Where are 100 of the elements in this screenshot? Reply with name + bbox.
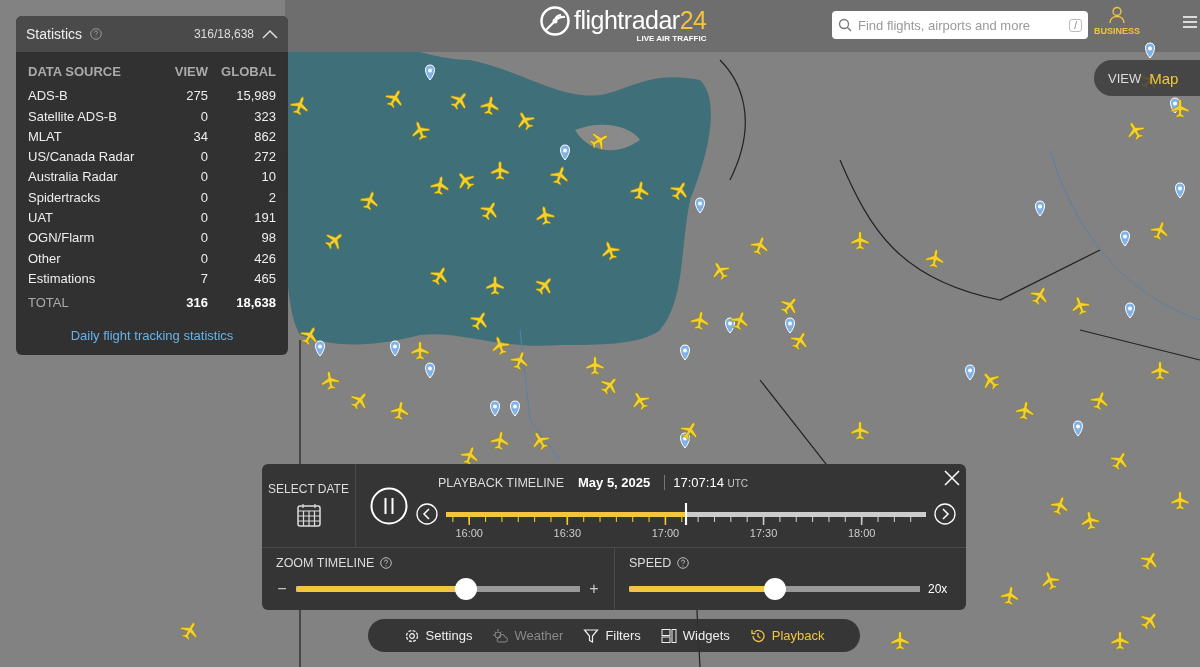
total-label: TOTAL (28, 294, 70, 313)
airplane-icon[interactable] (299, 326, 318, 346)
airplane-icon[interactable] (517, 111, 536, 131)
airplane-icon[interactable] (458, 172, 475, 191)
global-cell-text: 323 (253, 107, 276, 126)
airplane-icon[interactable] (480, 95, 499, 116)
view-cell-text: 275 (185, 87, 208, 106)
playback-icon (749, 627, 766, 644)
source-cell-text: US/Canada Radar (28, 148, 136, 167)
radar-logo-icon (540, 6, 570, 36)
global-total: 18,638 (235, 294, 276, 313)
chevron-up-icon[interactable] (262, 29, 278, 39)
airplane-icon[interactable] (429, 266, 448, 286)
airport-pin-icon[interactable] (785, 317, 795, 334)
filters-icon (583, 627, 600, 644)
airport-pin-icon[interactable] (490, 400, 500, 417)
view-cell-text: 0 (199, 168, 208, 187)
airplane-icon[interactable] (289, 96, 308, 116)
toolbar-button[interactable]: Widgets (660, 627, 730, 644)
toolbar-button[interactable]: Filters (583, 627, 641, 644)
tick-label: 17:00 (651, 526, 680, 539)
source-cell-text: MLAT (28, 127, 63, 146)
tick-label: 16:00 (455, 526, 483, 539)
airplane-icon[interactable] (485, 275, 505, 295)
tick-label: 16:30 (553, 526, 582, 539)
source-cell-text: Australia Radar (28, 168, 119, 187)
airport-pin-icon[interactable] (1035, 200, 1045, 217)
airplane-icon[interactable] (412, 121, 431, 141)
close-button[interactable] (944, 470, 960, 486)
view-cell-text: 0 (199, 229, 208, 248)
airport-pin-icon[interactable] (315, 340, 325, 357)
airport-pin-icon[interactable] (1120, 230, 1130, 247)
help-icon[interactable] (90, 28, 102, 40)
statistics-link[interactable]: Daily flight tracking statistics (28, 328, 276, 344)
airplane-icon[interactable] (469, 311, 488, 331)
airplane-icon[interactable] (602, 241, 621, 261)
timeline-cursor[interactable] (684, 502, 688, 525)
view-cell-text: 7 (199, 269, 208, 288)
pause-button[interactable] (370, 486, 408, 525)
source-cell-text: OGN/Flarm (28, 229, 96, 248)
airport-pin-icon[interactable] (390, 340, 400, 357)
zoom-in-button[interactable]: + (588, 580, 600, 598)
help-icon[interactable] (677, 557, 690, 569)
timeline-label: PLAYBACK TIMELINE (438, 475, 564, 490)
airport-pin-icon[interactable] (425, 64, 435, 81)
flight-count: 316/18,638 (193, 27, 254, 41)
view-dropdown[interactable]: VIEW Map (1094, 60, 1200, 96)
airplane-icon[interactable] (669, 181, 688, 201)
column-header: VIEW (173, 63, 208, 81)
airport-pin-icon[interactable] (1073, 420, 1083, 437)
widgets-icon (660, 627, 677, 644)
airport-pin-icon[interactable] (695, 197, 705, 214)
calendar-icon (295, 502, 322, 528)
airplane-icon[interactable] (729, 311, 748, 331)
select-date-button[interactable]: SELECT DATE (262, 464, 356, 547)
airplane-icon[interactable] (492, 336, 511, 356)
global-cell-text: 465 (253, 269, 276, 288)
settings-icon (403, 627, 420, 644)
airplane-icon[interactable] (450, 92, 467, 111)
user-icon (1108, 6, 1126, 24)
toolbar-button[interactable]: Playback (749, 627, 825, 644)
source-cell-text: ADS-B (28, 87, 69, 106)
next-button[interactable] (934, 502, 956, 525)
search-field[interactable]: Find flights, airports and more / (832, 11, 1088, 39)
airplane-icon[interactable] (549, 166, 568, 186)
airport-pin-icon[interactable] (1145, 42, 1155, 59)
previous-button[interactable] (416, 502, 438, 525)
airplane-icon[interactable] (535, 277, 552, 296)
source-cell-text: Spidertracks (28, 188, 102, 207)
airplane-icon[interactable] (536, 205, 555, 226)
airplane-icon[interactable] (589, 132, 609, 151)
airport-pin-icon[interactable] (510, 400, 520, 417)
airplane-icon[interactable] (630, 180, 649, 201)
airport-pin-icon[interactable] (965, 364, 975, 381)
view-cell-text: 0 (199, 249, 208, 268)
toolbar-button[interactable]: Settings (403, 627, 473, 644)
airport-pin-icon[interactable] (560, 144, 570, 161)
airport-pin-icon[interactable] (1125, 302, 1135, 319)
menu-icon[interactable] (1183, 16, 1197, 28)
airplane-icon[interactable] (459, 446, 478, 466)
airplane-icon[interactable] (430, 175, 449, 196)
help-icon[interactable] (380, 557, 393, 569)
view-cell-text: 0 (199, 148, 208, 167)
view-cell-text: 0 (199, 107, 208, 126)
tick-label: 18:00 (847, 526, 876, 539)
zoom-out-button[interactable]: − (276, 580, 288, 598)
airplane-icon[interactable] (384, 89, 403, 109)
slider-thumb[interactable] (763, 578, 786, 600)
airplane-icon[interactable] (324, 233, 343, 250)
slider-thumb[interactable] (455, 578, 478, 600)
view-cell-text: 34 (192, 127, 208, 146)
airplane-icon[interactable] (490, 160, 510, 180)
airplane-icon[interactable] (359, 191, 378, 211)
airport-pin-icon[interactable] (1175, 182, 1185, 199)
airport-pin-icon[interactable] (680, 344, 690, 361)
logo-wordmark: flightradar24 (574, 6, 707, 34)
airplane-icon[interactable] (1170, 98, 1190, 118)
airplane-icon[interactable] (479, 201, 498, 221)
airport-pin-icon[interactable] (425, 362, 435, 379)
logo-tagline: LIVE AIR TRAFFIC (636, 34, 707, 43)
